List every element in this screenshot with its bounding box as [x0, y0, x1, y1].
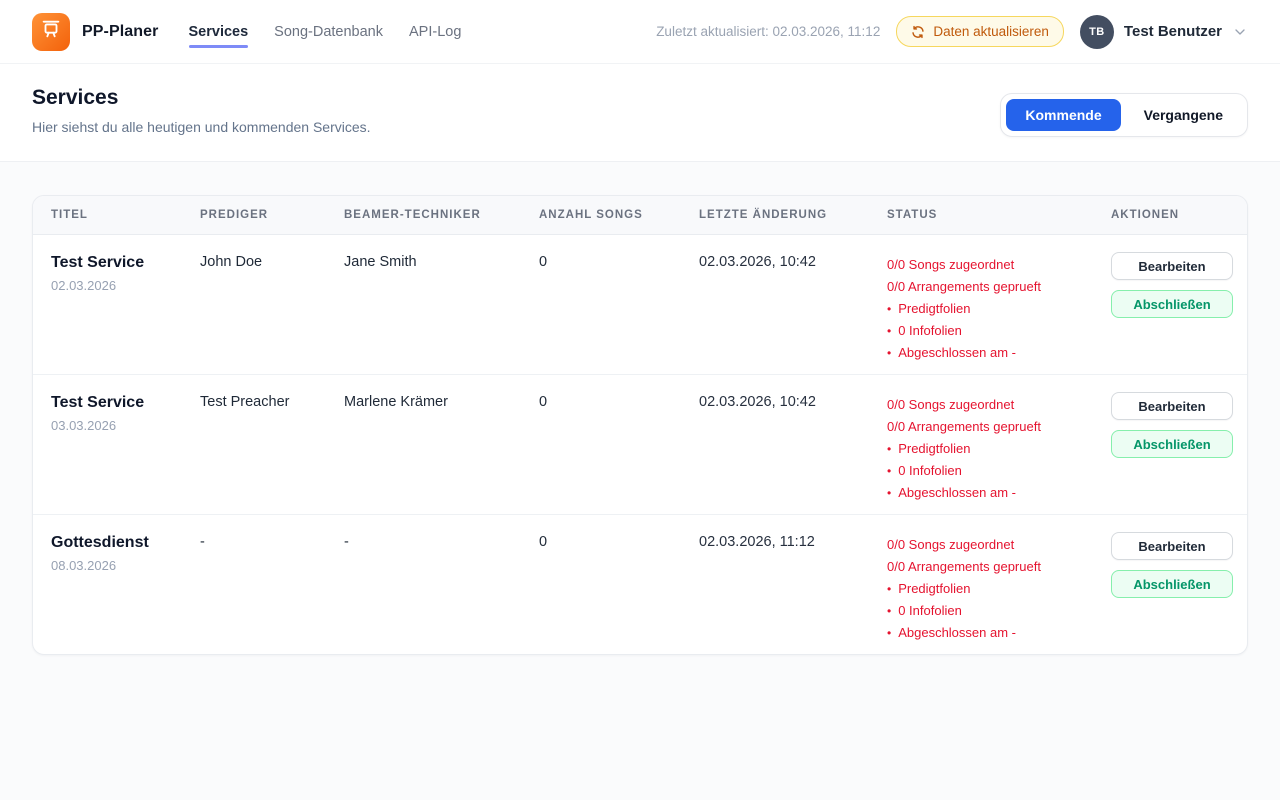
edit-button[interactable]: Bearbeiten — [1111, 252, 1233, 280]
services-filter-toggle: Kommende Vergangene — [1000, 93, 1248, 137]
user-menu[interactable]: TB Test Benutzer — [1080, 15, 1248, 49]
page-subtitle: Hier siehst du alle heutigen und kommend… — [32, 119, 371, 135]
services-table-card: TITEL PREDIGER BEAMER-TECHNIKER ANZAHL S… — [32, 195, 1248, 655]
page-heading-section: Services Hier siehst du alle heutigen un… — [0, 64, 1280, 162]
status-songs: 0/0 Songs zugeordnet — [887, 534, 1103, 556]
service-last-change: 02.03.2026, 11:12 — [699, 515, 887, 655]
column-header-prediger: PREDIGER — [200, 196, 344, 235]
nav-item-api-log[interactable]: API-Log — [409, 18, 461, 46]
service-title: Test Service — [51, 254, 192, 272]
nav-item-song-datenbank[interactable]: Song-Datenbank — [274, 18, 383, 46]
status-infofolien: 0 Infofolien — [887, 600, 1103, 622]
column-header-anzahl-songs: ANZAHL SONGS — [539, 196, 699, 235]
service-title: Test Service — [51, 394, 192, 412]
service-status: 0/0 Songs zugeordnet 0/0 Arrangements ge… — [887, 235, 1111, 375]
service-song-count: 0 — [539, 235, 699, 375]
table-row: Test Service 03.03.2026 Test Preacher Ma… — [33, 375, 1247, 515]
page-heading-text: Services Hier siehst du alle heutigen un… — [32, 86, 371, 135]
services-table: TITEL PREDIGER BEAMER-TECHNIKER ANZAHL S… — [33, 196, 1247, 654]
service-song-count: 0 — [539, 515, 699, 655]
status-predigtfolien: Predigtfolien — [887, 438, 1103, 460]
service-status: 0/0 Songs zugeordnet 0/0 Arrangements ge… — [887, 515, 1111, 655]
user-name: Test Benutzer — [1124, 23, 1222, 40]
service-actions: Bearbeiten Abschließen — [1111, 235, 1247, 375]
service-last-change: 02.03.2026, 10:42 — [699, 235, 887, 375]
edit-button[interactable]: Bearbeiten — [1111, 532, 1233, 560]
table-row: Gottesdienst 08.03.2026 - - 0 02.03.2026… — [33, 515, 1247, 655]
column-header-titel: TITEL — [33, 196, 200, 235]
complete-button[interactable]: Abschließen — [1111, 430, 1233, 458]
table-header-row: TITEL PREDIGER BEAMER-TECHNIKER ANZAHL S… — [33, 196, 1247, 235]
table-row: Test Service 02.03.2026 John Doe Jane Sm… — [33, 235, 1247, 375]
topbar-right: Zuletzt aktualisiert: 02.03.2026, 11:12 … — [656, 15, 1248, 49]
main-nav: Services Song-Datenbank API-Log — [189, 18, 462, 46]
status-arrangements: 0/0 Arrangements geprueft — [887, 556, 1103, 578]
chevron-down-icon — [1232, 24, 1248, 40]
brand: PP-Planer — [32, 13, 159, 51]
service-preacher: - — [200, 515, 344, 655]
edit-button[interactable]: Bearbeiten — [1111, 392, 1233, 420]
status-infofolien: 0 Infofolien — [887, 460, 1103, 482]
refresh-arrows-icon — [911, 25, 925, 39]
service-beamer-tech: Marlene Krämer — [344, 375, 539, 515]
service-song-count: 0 — [539, 375, 699, 515]
service-last-change: 02.03.2026, 10:42 — [699, 375, 887, 515]
status-abgeschlossen: Abgeschlossen am - — [887, 342, 1103, 364]
nav-item-services[interactable]: Services — [189, 18, 249, 46]
service-date: 08.03.2026 — [51, 558, 192, 573]
service-beamer-tech: Jane Smith — [344, 235, 539, 375]
avatar: TB — [1080, 15, 1114, 49]
app-logo — [32, 13, 70, 51]
column-header-letzte-aenderung: LETZTE ÄNDERUNG — [699, 196, 887, 235]
status-songs: 0/0 Songs zugeordnet — [887, 254, 1103, 276]
status-predigtfolien: Predigtfolien — [887, 578, 1103, 600]
presentation-board-icon — [40, 18, 62, 45]
top-header: PP-Planer Services Song-Datenbank API-Lo… — [0, 0, 1280, 64]
status-infofolien: 0 Infofolien — [887, 320, 1103, 342]
service-date: 03.03.2026 — [51, 418, 192, 433]
status-abgeschlossen: Abgeschlossen am - — [887, 622, 1103, 644]
filter-upcoming-button[interactable]: Kommende — [1006, 99, 1120, 131]
column-header-beamer-techniker: BEAMER-TECHNIKER — [344, 196, 539, 235]
service-beamer-tech: - — [344, 515, 539, 655]
status-predigtfolien: Predigtfolien — [887, 298, 1103, 320]
complete-button[interactable]: Abschließen — [1111, 570, 1233, 598]
service-preacher: Test Preacher — [200, 375, 344, 515]
status-abgeschlossen: Abgeschlossen am - — [887, 482, 1103, 504]
refresh-data-button[interactable]: Daten aktualisieren — [896, 16, 1064, 47]
filter-past-button[interactable]: Vergangene — [1125, 99, 1242, 131]
service-status: 0/0 Songs zugeordnet 0/0 Arrangements ge… — [887, 375, 1111, 515]
status-arrangements: 0/0 Arrangements geprueft — [887, 276, 1103, 298]
status-arrangements: 0/0 Arrangements geprueft — [887, 416, 1103, 438]
page-title: Services — [32, 86, 371, 110]
complete-button[interactable]: Abschließen — [1111, 290, 1233, 318]
app-title: PP-Planer — [82, 23, 159, 41]
status-songs: 0/0 Songs zugeordnet — [887, 394, 1103, 416]
refresh-button-label: Daten aktualisieren — [933, 24, 1049, 39]
service-actions: Bearbeiten Abschließen — [1111, 515, 1247, 655]
column-header-status: STATUS — [887, 196, 1111, 235]
service-title: Gottesdienst — [51, 534, 192, 552]
main-content: TITEL PREDIGER BEAMER-TECHNIKER ANZAHL S… — [0, 162, 1280, 688]
last-updated-text: Zuletzt aktualisiert: 02.03.2026, 11:12 — [656, 24, 880, 39]
service-actions: Bearbeiten Abschließen — [1111, 375, 1247, 515]
column-header-aktionen: AKTIONEN — [1111, 196, 1247, 235]
service-date: 02.03.2026 — [51, 278, 192, 293]
service-preacher: John Doe — [200, 235, 344, 375]
